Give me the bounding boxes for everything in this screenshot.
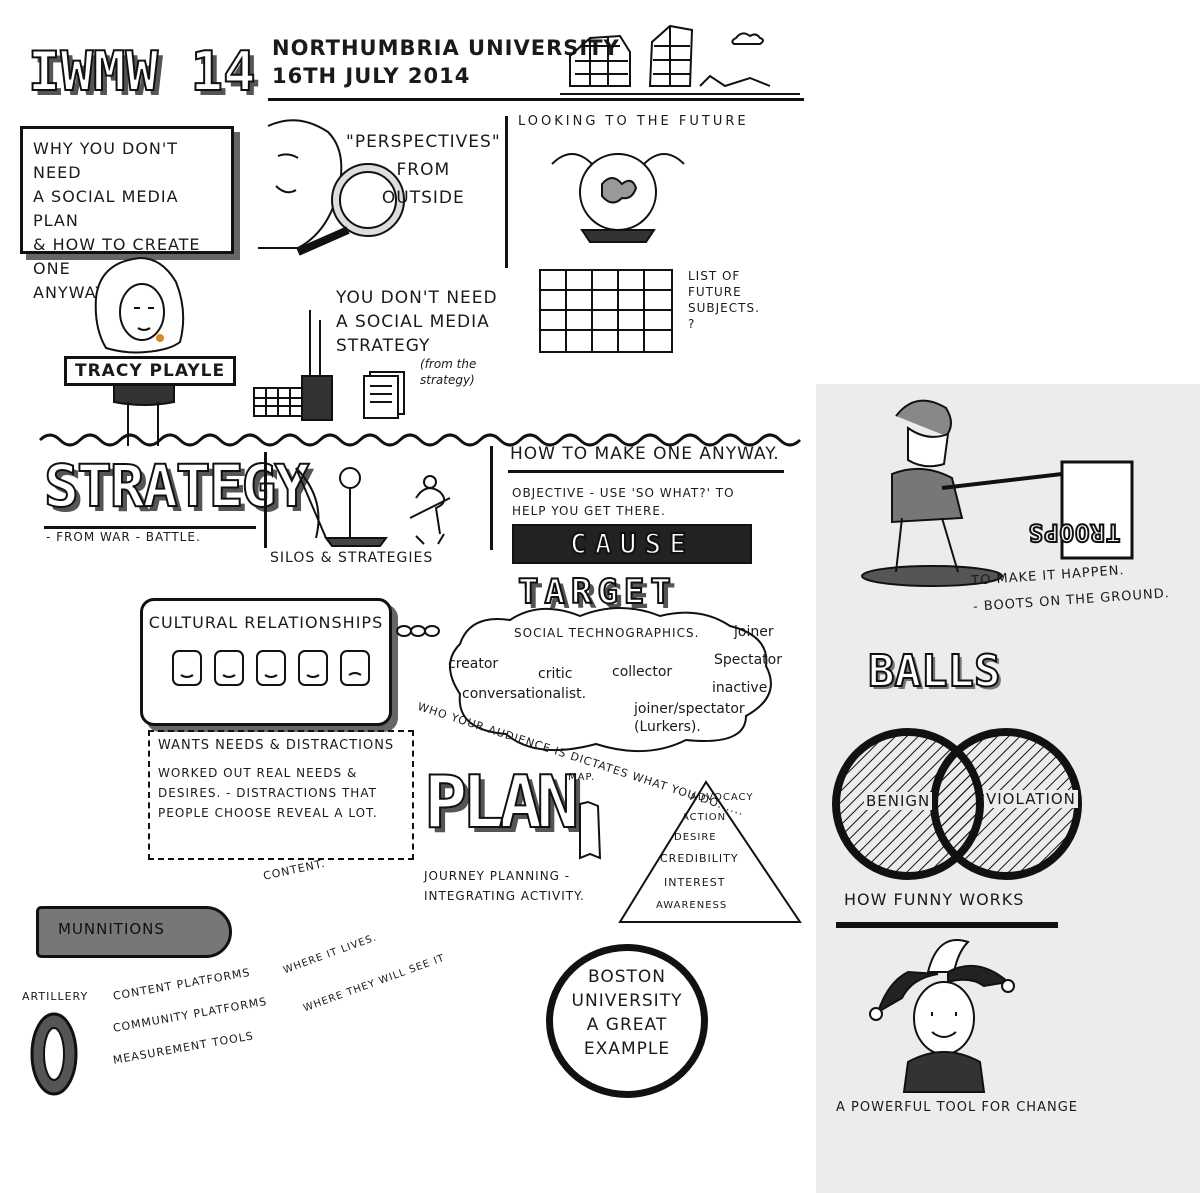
crystal-ball-icon (551, 153, 685, 243)
tech-item-spectator: Spectator (714, 652, 782, 668)
boston-text: BOSTON UNIVERSITY A GREAT EXAMPLE (571, 967, 683, 1059)
date-text: 16TH JULY 2014 (272, 64, 471, 88)
objective-text: OBJECTIVE - USE 'SO WHAT?' TO HELP YOU G… (512, 486, 735, 518)
tech-item-collector: collector (612, 664, 673, 680)
tech-item-joiner: joiner (734, 624, 774, 640)
wants-box: WANTS NEEDS & DISTRACTIONS WORKED OUT RE… (148, 730, 414, 860)
calendar-grid-icon (539, 269, 673, 353)
plan-word: PLAN (423, 759, 580, 845)
pyramid-awareness: AWARENESS (656, 900, 728, 911)
skyline-icon (560, 24, 800, 95)
silos-text: SILOS & STRATEGIES (270, 550, 434, 566)
tech-item-lurkers: joiner/spectator (Lurkers). (634, 701, 745, 735)
boston-circle: BOSTON UNIVERSITY A GREAT EXAMPLE (546, 944, 708, 1098)
howto-heading: HOW TO MAKE ONE ANYWAY. (510, 444, 780, 464)
perspectives-text: "PERSPECTIVES" FROM OUTSIDE (346, 132, 501, 208)
pyramid-advocacy: ADVOCACY (690, 792, 754, 803)
map-icon (579, 800, 602, 860)
artillery-item-content: CONTENT PLATFORMS (112, 965, 252, 1003)
speaker-name-tag: TRACY PLAYLE (64, 356, 237, 386)
future-heading: LOOKING TO THE FUTURE (518, 114, 749, 129)
strategy-underline (44, 526, 256, 529)
artillery-item-measurement: MEASUREMENT TOOLS (112, 1029, 255, 1067)
jester-icon (869, 939, 1015, 1093)
panel-divider (505, 116, 508, 268)
powerful-tool-text: A POWERFUL TOOL FOR CHANGE (836, 1100, 1078, 1115)
cannon-barrel-icon (30, 1012, 78, 1096)
pyramid-desire: DESIRE (674, 832, 717, 843)
cause-text: CAUSE (569, 526, 695, 561)
catapult-knight-icon (295, 467, 451, 547)
no-strategy-aside: (from the strategy) (420, 357, 477, 387)
artillery-item-community: COMMUNITY PLATFORMS (112, 994, 269, 1035)
strategy-divider (264, 452, 267, 548)
strategy-word: STRATEGY (43, 451, 310, 521)
content-label: CONTENT. (262, 856, 327, 883)
tech-item-conversationalist: conversationalist. (462, 686, 587, 702)
event-logo: IWMW 14 (27, 39, 257, 104)
left-sketch-page: IWMW 14 NORTHUMBRIA UNIVERSITY 16TH JULY… (0, 0, 812, 1193)
shopping-trolley-icon (253, 310, 333, 421)
cultural-heading: CULTURAL RELATIONSHIPS (148, 613, 384, 632)
cultural-box: CULTURAL RELATIONSHIPS (140, 598, 392, 726)
pyramid-interest: INTEREST (664, 876, 726, 889)
pyramid-credibility: CREDIBILITY (660, 852, 739, 865)
howto-divider (490, 446, 493, 550)
artillery-label: ARTILLERY (22, 990, 89, 1003)
howto-underline (508, 470, 784, 473)
talk-title-box: WHY YOU DON'T NEED A SOCIAL MEDIA PLAN &… (20, 126, 234, 302)
plan-sub: JOURNEY PLANNING - INTEGRATING ACTIVITY. (424, 869, 585, 903)
no-strategy-text: YOU DON'T NEED A SOCIAL MEDIA STRATEGY (336, 288, 498, 356)
balls-title: BALLS (867, 645, 1001, 698)
venn-left-label: BENIGN (864, 792, 933, 810)
where-lives-label: WHERE IT LIVES. (282, 932, 379, 977)
tech-item-creator: creator (448, 656, 499, 672)
tech-item-inactive: inactive (712, 680, 768, 696)
munitions-label: MUNNITIONS (58, 920, 165, 938)
venn-right-label: VIOLATION (984, 790, 1078, 808)
future-subjects-note: LIST OF FUTURE SUBJECTS. ? (688, 269, 760, 331)
funny-underline (836, 922, 1058, 928)
document-stack-icon (363, 371, 405, 419)
right-sketch-page: TROOPS TO MAKE IT HAPPEN. - BOOTS ON THE… (816, 384, 1200, 1193)
how-funny-text: HOW FUNNY WORKS (844, 890, 1025, 909)
strategy-sub: - FROM WAR - BATTLE. (46, 530, 201, 544)
speaker-portrait-icon (94, 256, 185, 446)
map-label: MAP. (568, 772, 596, 783)
wants-heading: WANTS NEEDS & DISTRACTIONS (158, 738, 395, 753)
troops-flag-text: TROOPS (1027, 517, 1122, 547)
cause-banner: CAUSE (512, 524, 752, 564)
tech-item-critic: critic (538, 666, 573, 682)
faces-icon (172, 650, 370, 686)
technographics-heading: SOCIAL TECHNOGRAPHICS. (514, 626, 700, 640)
wants-body: WORKED OUT REAL NEEDS & DESIRES. - DISTR… (158, 766, 378, 820)
pyramid-action: ACTION (682, 812, 727, 823)
